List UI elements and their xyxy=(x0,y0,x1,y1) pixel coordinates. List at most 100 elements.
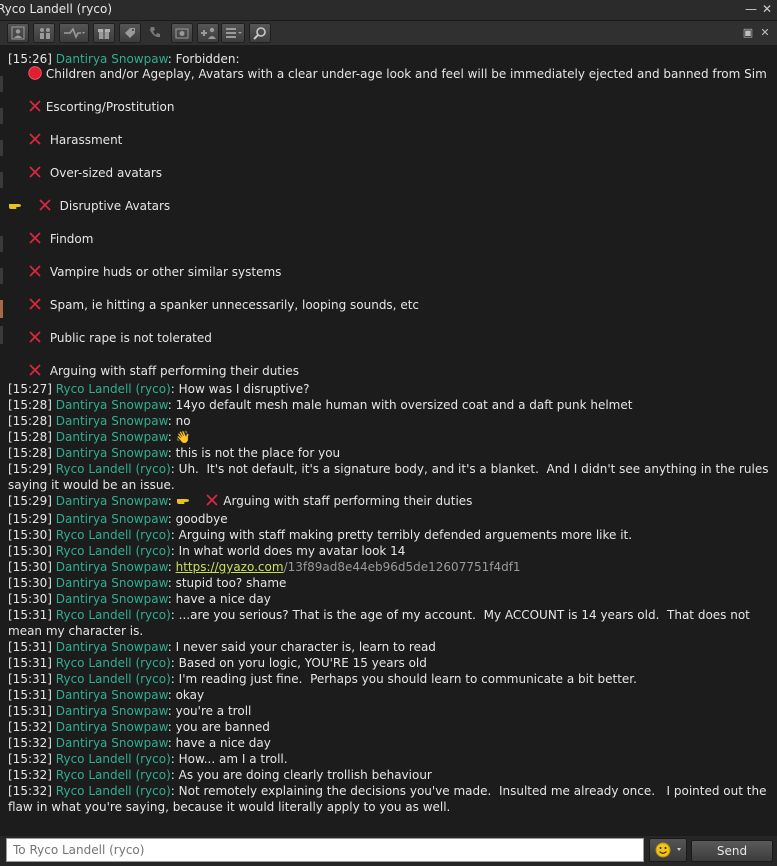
call-icon xyxy=(64,27,85,39)
search-button[interactable] xyxy=(249,23,271,43)
chat-message: [15:30] Ryco Landell (ryco): In what wor… xyxy=(8,543,769,559)
sender-name[interactable]: Dantirya Snowpaw xyxy=(56,494,168,508)
message-timestamp: [15:28] xyxy=(8,430,52,444)
profile-icon xyxy=(11,26,25,40)
message-timestamp: [15:30] xyxy=(8,592,52,606)
rule-text: Findom xyxy=(49,232,94,246)
chat-message: [15:32] Ryco Landell (ryco): Not remotel… xyxy=(8,783,769,815)
message-text: : stupid too? shame xyxy=(167,576,287,590)
cross-icon xyxy=(29,298,41,310)
send-button[interactable]: Send xyxy=(691,840,773,862)
message-timestamp: [15:29] xyxy=(8,462,52,476)
profile-button[interactable] xyxy=(7,23,29,43)
cross-icon xyxy=(29,265,41,277)
chat-message: [15:27] Ryco Landell (ryco): How was I d… xyxy=(8,381,769,397)
cross-icon xyxy=(29,232,41,244)
message-text: : I never said your character is, learn … xyxy=(167,640,436,654)
sender-name[interactable]: Dantirya Snowpaw xyxy=(56,720,168,734)
sender-name[interactable]: Ryco Landell (ryco) xyxy=(56,752,171,766)
rule-item: Disruptive Avatars xyxy=(8,198,170,214)
gutter-mark xyxy=(0,108,3,124)
tag-icon xyxy=(125,28,135,38)
sender-name[interactable]: Ryco Landell (ryco) xyxy=(56,544,171,558)
sender-name[interactable]: Ryco Landell (ryco) xyxy=(56,784,171,798)
message-text: : xyxy=(167,494,172,508)
message-text: : 👋 xyxy=(167,430,191,444)
message-timestamp: [15:30] xyxy=(8,544,52,558)
sender-name[interactable]: Dantirya Snowpaw xyxy=(56,446,168,460)
cross-icon xyxy=(29,100,41,112)
list-dropdown[interactable] xyxy=(221,23,245,43)
gutter-mark xyxy=(0,76,3,92)
rule-item: Harassment xyxy=(28,132,122,148)
sender-name[interactable]: Ryco Landell (ryco) xyxy=(56,462,171,476)
rule-item: Arguing with staff performing their duti… xyxy=(28,363,299,379)
add-friend-button[interactable] xyxy=(197,23,219,43)
sender-name[interactable]: Dantirya Snowpaw xyxy=(56,576,168,590)
sender-name[interactable]: Dantirya Snowpaw xyxy=(56,688,168,702)
message-timestamp: [15:29] xyxy=(8,494,52,508)
pointing-hand-icon xyxy=(176,493,190,507)
cross-icon xyxy=(29,133,41,145)
tag-button[interactable] xyxy=(119,23,141,43)
message-timestamp: [15:32] xyxy=(8,784,52,798)
sender-name[interactable]: Dantirya Snowpaw xyxy=(56,52,168,66)
rule-text: Public rape is not tolerated xyxy=(49,331,212,345)
chat-message: [15:31] Dantirya Snowpaw: you're a troll xyxy=(8,703,769,719)
chat-message: [15:28] Dantirya Snowpaw: 👋 xyxy=(8,429,769,445)
sender-name[interactable]: Ryco Landell (ryco) xyxy=(56,672,171,686)
rule-text: Harassment xyxy=(49,133,123,147)
sender-name[interactable]: Dantirya Snowpaw xyxy=(56,592,168,606)
sender-name[interactable]: Ryco Landell (ryco) xyxy=(56,768,171,782)
sender-name[interactable]: Dantirya Snowpaw xyxy=(56,736,168,750)
snapshot-button[interactable] xyxy=(171,23,193,43)
gutter-mark xyxy=(0,172,3,188)
message-timestamp: [15:32] xyxy=(8,752,52,766)
call-dropdown[interactable] xyxy=(59,23,89,43)
message-timestamp: [15:31] xyxy=(8,608,52,622)
message-text: : In what world does my avatar look 14 xyxy=(170,544,406,558)
rule-text: Escorting/Prostitution xyxy=(45,100,175,114)
sender-name[interactable]: Dantirya Snowpaw xyxy=(56,414,168,428)
message-timestamp: [15:32] xyxy=(8,768,52,782)
message-timestamp: [15:27] xyxy=(8,382,52,396)
chat-input[interactable] xyxy=(6,838,644,862)
friends-button[interactable] xyxy=(33,23,55,43)
sender-name[interactable]: Ryco Landell (ryco) xyxy=(56,382,171,396)
chat-message: [15:30] Ryco Landell (ryco): Arguing wit… xyxy=(8,527,769,543)
chat-message: [15:26] Dantirya Snowpaw: Forbidden: xyxy=(8,51,769,67)
message-timestamp: [15:31] xyxy=(8,688,52,702)
rule-item: Spam, ie hitting a spanker unnecessarily… xyxy=(28,297,419,313)
gift-button[interactable] xyxy=(93,23,115,43)
message-text: : As you are doing clearly trollish beha… xyxy=(170,768,432,782)
no-entry-icon xyxy=(28,66,42,80)
message-link[interactable]: https://gyazo.com xyxy=(176,560,284,574)
message-link-path[interactable]: /13f89ad8e44eb96d5de12607751f4df1 xyxy=(284,560,521,574)
close-icon[interactable]: ✕ xyxy=(760,2,774,16)
toolbar: ▣ ✕ xyxy=(0,21,777,46)
sender-name[interactable]: Dantirya Snowpaw xyxy=(56,398,168,412)
panel-close-icon[interactable]: ✕ xyxy=(759,27,771,39)
sender-name[interactable]: Ryco Landell (ryco) xyxy=(56,528,171,542)
sender-name[interactable]: Dantirya Snowpaw xyxy=(56,560,168,574)
message-timestamp: [15:28] xyxy=(8,414,52,428)
sender-name[interactable]: Dantirya Snowpaw xyxy=(56,640,168,654)
undock-icon[interactable]: ▣ xyxy=(742,27,754,39)
sender-name[interactable]: Dantirya Snowpaw xyxy=(56,512,168,526)
chat-history[interactable]: [15:26] Dantirya Snowpaw: Forbidden: Chi… xyxy=(0,46,777,836)
cross-icon xyxy=(39,199,51,211)
minimize-icon[interactable]: — xyxy=(744,2,758,16)
emoji-button[interactable] xyxy=(649,838,687,862)
sender-name[interactable]: Dantirya Snowpaw xyxy=(56,704,168,718)
rule-item: Vampire huds or other similar systems xyxy=(28,264,281,280)
phone-button[interactable] xyxy=(145,23,167,43)
search-icon xyxy=(253,27,266,40)
message-text: : Forbidden: xyxy=(167,52,240,66)
sender-name[interactable]: Ryco Landell (ryco) xyxy=(56,608,171,622)
rule-item: Findom xyxy=(28,231,93,247)
add-friend-icon xyxy=(201,27,216,39)
gutter-mark xyxy=(0,140,3,156)
sender-name[interactable]: Dantirya Snowpaw xyxy=(56,430,168,444)
sender-name[interactable]: Ryco Landell (ryco) xyxy=(56,656,171,670)
chat-message: [15:32] Dantirya Snowpaw: have a nice da… xyxy=(8,735,769,751)
